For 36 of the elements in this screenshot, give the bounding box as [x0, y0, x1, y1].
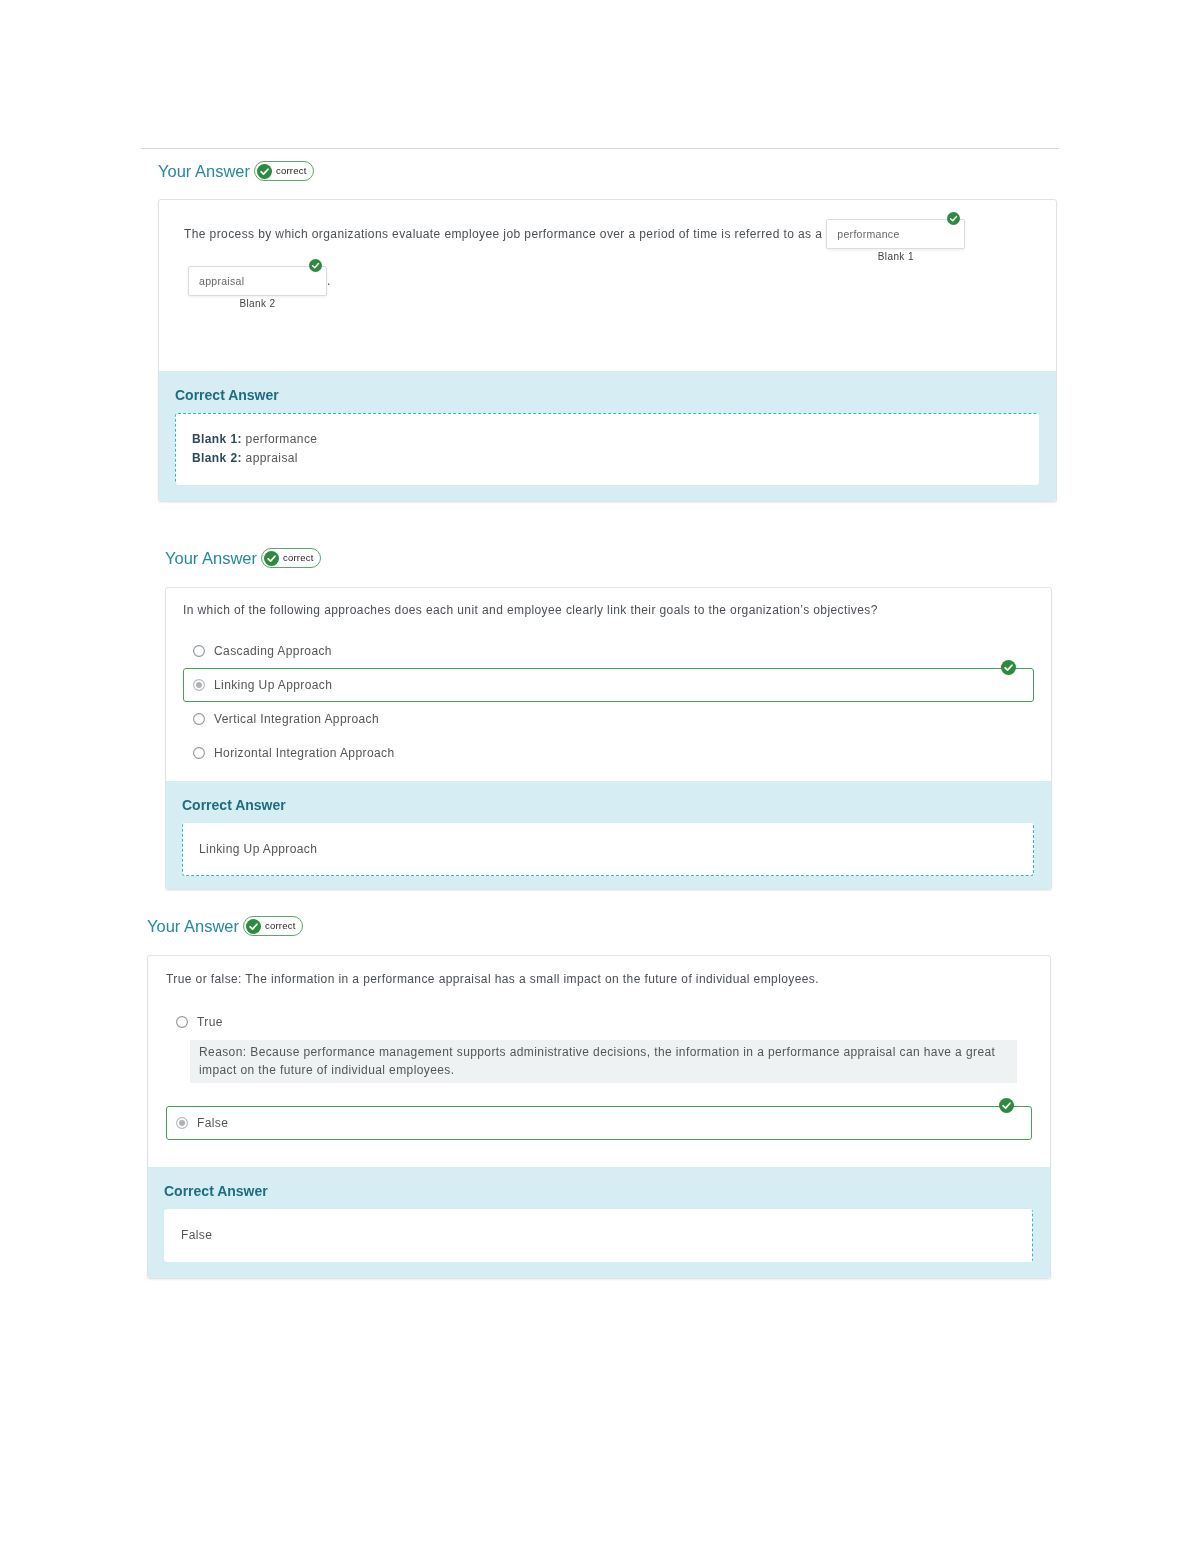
answer-option[interactable]: False	[166, 1106, 1032, 1140]
answer-option[interactable]: True	[166, 1005, 1032, 1039]
result-label: correct	[276, 166, 307, 176]
answer-line: Blank 1: performance	[192, 431, 319, 448]
radio-button[interactable]	[193, 713, 205, 725]
check-circle-icon	[999, 1098, 1014, 1113]
answer-line: Blank 2: appraisal	[192, 450, 299, 467]
question-text: In which of the following approaches does each unit and employee clearly link their goals to the organization’s objectives?	[183, 603, 879, 617]
blank-label: Blank 1	[877, 250, 914, 264]
correct-answer-title: Correct Answer	[182, 796, 287, 814]
answer-option[interactable]: Horizontal Integration Approach	[183, 736, 1034, 770]
result-label: correct	[265, 921, 296, 931]
section-heading: Your Answer	[158, 161, 251, 182]
result-label: correct	[283, 553, 314, 563]
answer-option[interactable]: Vertical Integration Approach	[183, 702, 1034, 736]
answer-line: False	[181, 1227, 214, 1244]
radio-button[interactable]	[193, 645, 205, 657]
punctuation-text: .	[327, 274, 331, 288]
answer-line: Linking Up Approach	[199, 841, 319, 858]
blank-field[interactable]: appraisal	[188, 266, 327, 296]
reason-note: Reason: Because performance management supports administrative decisions, the information in a performance appraisal can have a great impact on the future of individual employees.	[190, 1040, 1017, 1083]
question-text: True or false: The information in a performance appraisal has a small impact on the future of individual employees.	[166, 972, 820, 986]
answer-option[interactable]: Linking Up Approach	[183, 668, 1034, 702]
correct-answer-title: Correct Answer	[175, 386, 280, 404]
section-heading: Your Answer	[147, 916, 240, 937]
blank-field[interactable]: performance	[826, 219, 966, 249]
radio-button[interactable]	[176, 1016, 188, 1028]
radio-button[interactable]	[193, 679, 205, 691]
radio-button[interactable]	[193, 747, 205, 759]
blank-label: Blank 2	[239, 297, 276, 311]
check-circle-icon	[1001, 660, 1016, 675]
correct-answer-title: Correct Answer	[164, 1182, 269, 1200]
question-text: The process by which organizations evaluate employee job performance over a period of time is referred to as a	[184, 227, 823, 241]
section-heading: Your Answer	[165, 548, 258, 569]
answer-option[interactable]: Cascading Approach	[183, 634, 1034, 668]
radio-button[interactable]	[176, 1117, 188, 1129]
